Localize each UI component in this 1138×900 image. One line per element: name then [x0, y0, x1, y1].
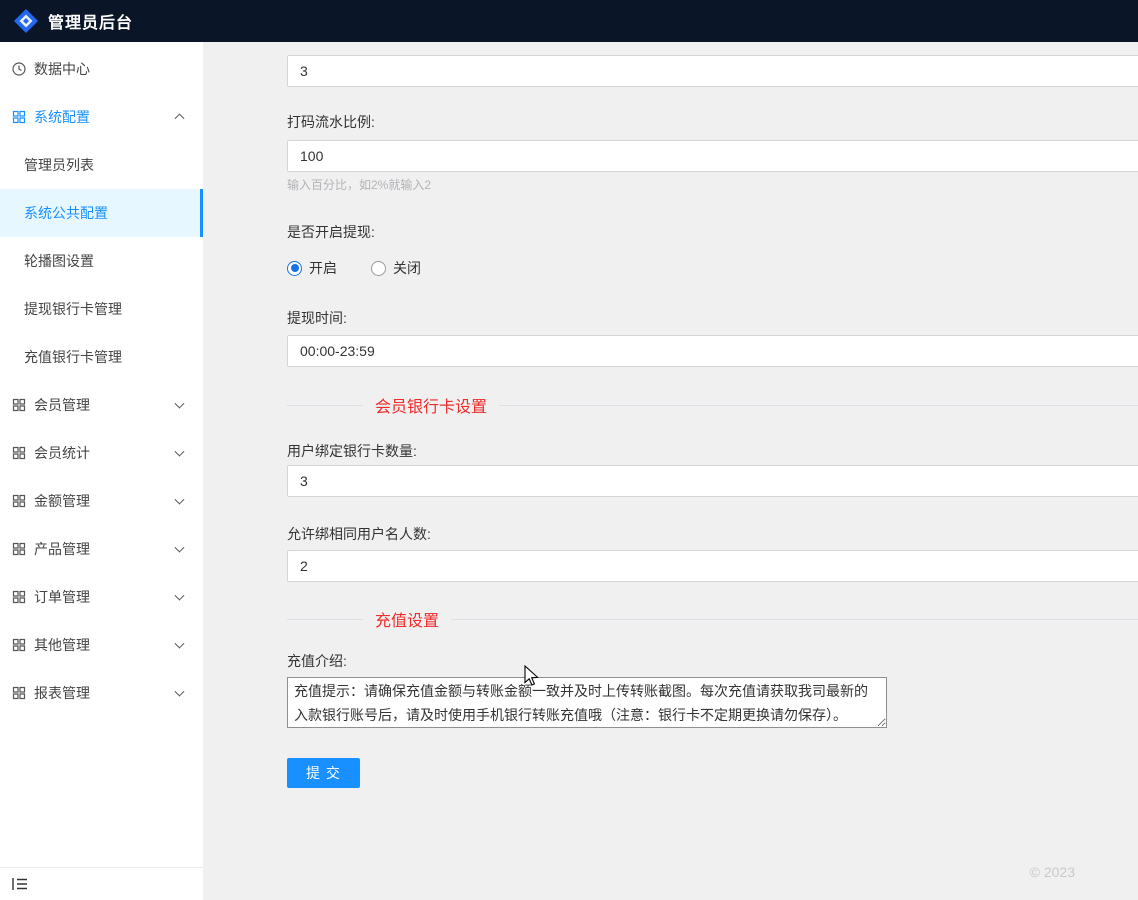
sidebar-subitem-label: 轮播图设置	[24, 251, 94, 271]
divider-recharge: 充值设置	[287, 605, 1138, 633]
grid-icon	[12, 590, 26, 604]
sidebar-item-member-stats[interactable]: 会员统计	[0, 429, 203, 477]
divider-member-bankcard-title: 会员银行卡设置	[375, 393, 487, 417]
grid-icon	[12, 110, 26, 124]
sidebar-item-label: 会员管理	[34, 395, 90, 415]
divider-line	[287, 619, 363, 620]
same-name-count-label: 允许绑相同用户名人数:	[287, 524, 1138, 544]
sidebar-item-label: 数据中心	[34, 59, 90, 79]
chevron-down-icon	[175, 591, 185, 601]
app-logo-diamond-icon	[13, 8, 39, 34]
grid-icon	[12, 494, 26, 508]
topbar: 管理员后台	[0, 0, 1138, 42]
sidebar-item-label: 会员统计	[34, 443, 90, 463]
chevron-down-icon	[175, 447, 185, 457]
chevron-down-icon	[175, 543, 185, 553]
copyright-text: © 2023	[1030, 864, 1075, 880]
sidebar: 数据中心 系统配置 管理员列表 系统公共配置 轮播图设置	[0, 42, 203, 900]
sidebar-subitem-recharge-bankcard[interactable]: 充值银行卡管理	[0, 333, 203, 381]
grid-icon	[12, 542, 26, 556]
sidebar-item-label: 订单管理	[34, 587, 90, 607]
bind-count-input[interactable]	[287, 465, 1138, 497]
daima-ratio-input[interactable]	[287, 140, 1138, 172]
radio-off-label: 关闭	[393, 258, 421, 278]
main-content: 打码流水比例: 输入百分比，如2%就输入2 是否开启提现: 开启 关闭 提现时间…	[203, 42, 1138, 900]
daima-ratio-label: 打码流水比例:	[287, 112, 1138, 132]
chevron-down-icon	[175, 639, 185, 649]
grid-icon	[12, 638, 26, 652]
recharge-intro-label: 充值介绍:	[287, 651, 1138, 671]
divider-line	[287, 405, 363, 406]
sidebar-item-system-config[interactable]: 系统配置	[0, 93, 203, 141]
chevron-down-icon	[175, 495, 185, 505]
bind-count-label: 用户绑定银行卡数量:	[287, 441, 1138, 461]
radio-option-off[interactable]: 关闭	[371, 258, 421, 278]
sidebar-subitem-label: 管理员列表	[24, 155, 94, 175]
sidebar-item-label: 系统配置	[34, 107, 90, 127]
sidebar-item-member-manage[interactable]: 会员管理	[0, 381, 203, 429]
sidebar-footer	[0, 867, 203, 900]
grid-icon	[12, 446, 26, 460]
withdraw-toggle-label: 是否开启提现:	[287, 222, 1138, 242]
chevron-down-icon	[175, 399, 185, 409]
sidebar-item-order-manage[interactable]: 订单管理	[0, 573, 203, 621]
divider-member-bankcard: 会员银行卡设置	[287, 391, 1138, 419]
radio-off-icon[interactable]	[371, 261, 386, 276]
grid-icon	[12, 398, 26, 412]
divider-line	[451, 619, 1138, 620]
radio-option-on[interactable]: 开启	[287, 258, 337, 278]
sidebar-item-label: 产品管理	[34, 539, 90, 559]
radio-on-label: 开启	[309, 258, 337, 278]
submit-button[interactable]: 提 交	[287, 758, 360, 788]
sidebar-subitem-label: 充值银行卡管理	[24, 347, 122, 367]
radio-on-icon[interactable]	[287, 261, 302, 276]
sidebar-item-label: 报表管理	[34, 683, 90, 703]
withdraw-toggle-group: 开启 关闭	[287, 258, 1138, 278]
sidebar-item-other-manage[interactable]: 其他管理	[0, 621, 203, 669]
sidebar-item-product-manage[interactable]: 产品管理	[0, 525, 203, 573]
sidebar-subitem-label: 系统公共配置	[24, 203, 108, 223]
divider-line	[499, 405, 1138, 406]
sidebar-menu: 数据中心 系统配置 管理员列表 系统公共配置 轮播图设置	[0, 42, 203, 717]
clock-icon	[12, 62, 26, 76]
same-name-count-input[interactable]	[287, 550, 1138, 582]
sidebar-item-data-center[interactable]: 数据中心	[0, 45, 203, 93]
sidebar-item-label: 其他管理	[34, 635, 90, 655]
app-title: 管理员后台	[48, 9, 133, 33]
admin-backend-screen: 管理员后台 数据中心 系统配置	[0, 0, 1138, 900]
sidebar-item-label: 金额管理	[34, 491, 90, 511]
sidebar-subitem-system-public-config[interactable]: 系统公共配置	[0, 189, 203, 237]
divider-recharge-title: 充值设置	[375, 607, 439, 631]
sidebar-subitem-carousel-settings[interactable]: 轮播图设置	[0, 237, 203, 285]
sidebar-subitem-withdraw-bankcard[interactable]: 提现银行卡管理	[0, 285, 203, 333]
withdraw-time-input[interactable]	[287, 335, 1138, 367]
chevron-down-icon	[175, 687, 185, 697]
sidebar-item-report-manage[interactable]: 报表管理	[0, 669, 203, 717]
daima-ratio-hint: 输入百分比，如2%就输入2	[287, 177, 1138, 193]
menu-fold-icon[interactable]	[12, 877, 28, 891]
withdraw-time-label: 提现时间:	[287, 308, 1138, 328]
sidebar-subitem-admin-list[interactable]: 管理员列表	[0, 141, 203, 189]
grid-icon	[12, 686, 26, 700]
sidebar-subitem-label: 提现银行卡管理	[24, 299, 122, 319]
chevron-up-icon	[175, 113, 185, 123]
top-partial-field-input[interactable]	[287, 55, 1138, 87]
recharge-intro-textarea[interactable]: 充值提示：请确保充值金额与转账金额一致并及时上传转账截图。每次充值请获取我司最新…	[287, 677, 887, 728]
sidebar-item-amount-manage[interactable]: 金额管理	[0, 477, 203, 525]
